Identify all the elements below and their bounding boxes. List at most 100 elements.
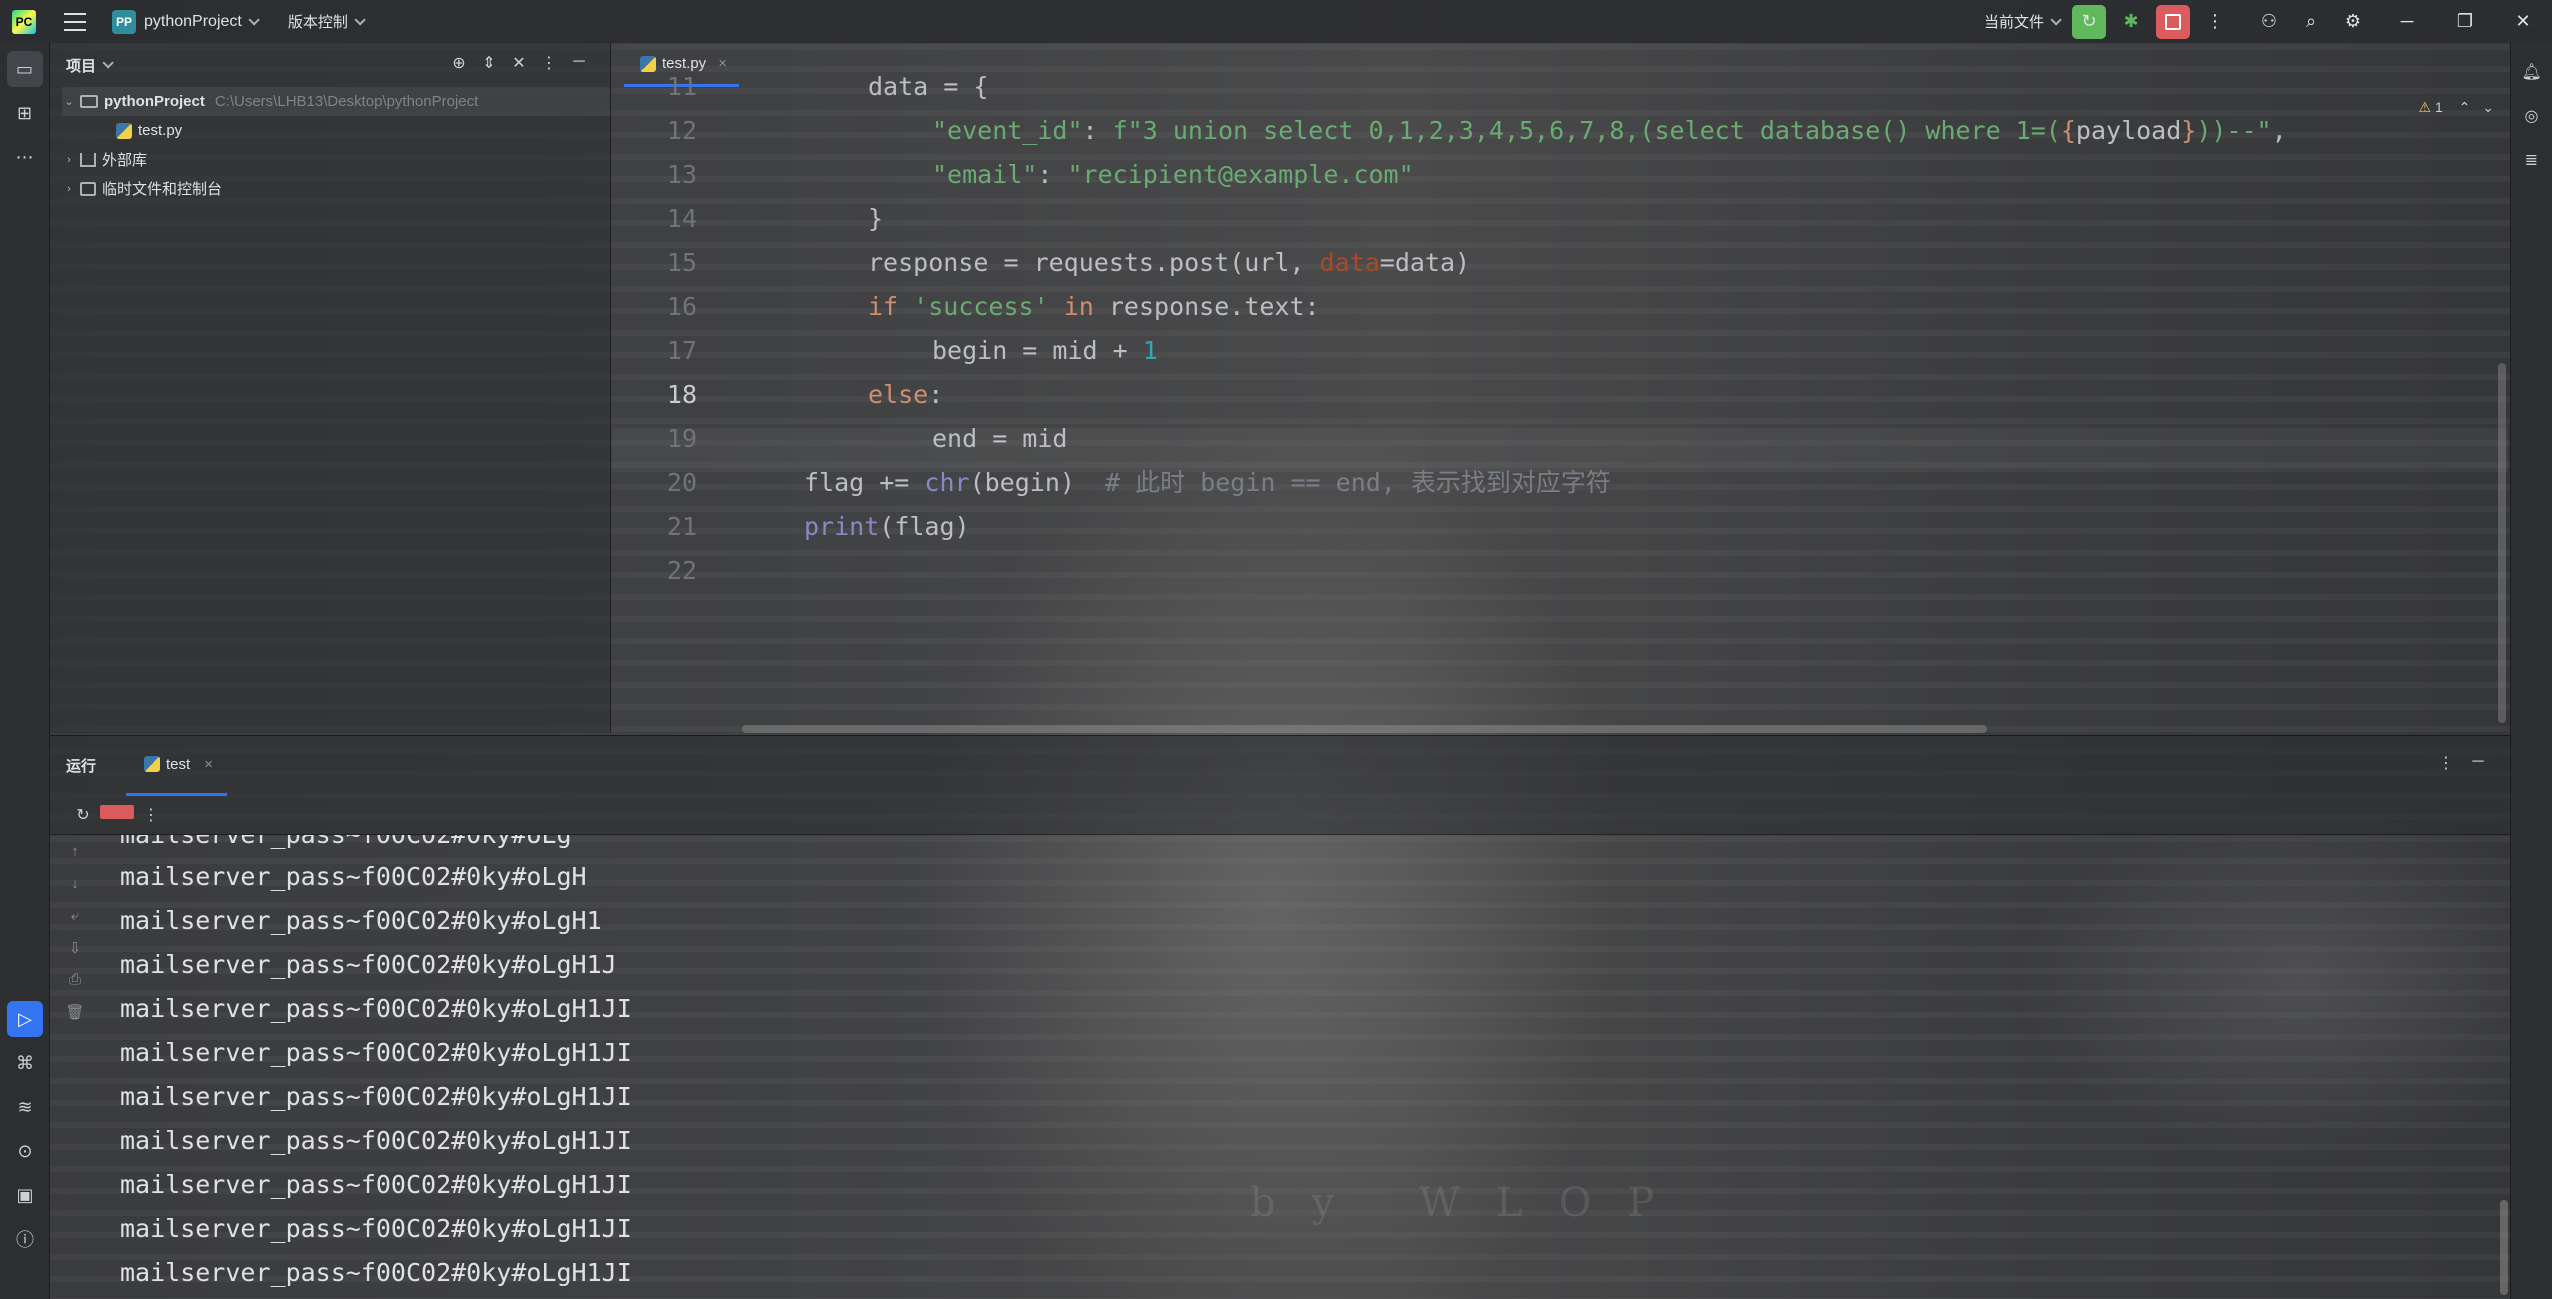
python-console-button[interactable]: ⌘ [7, 1045, 43, 1081]
vcs-label: 版本控制 [287, 14, 348, 31]
bell-icon: 🔔︎ [2521, 64, 2542, 81]
ai-assistant-button[interactable]: ◎ [2517, 101, 2547, 131]
print-icon[interactable]: ⎙ [50, 971, 100, 1003]
python-icon: ⌘ [16, 1052, 34, 1073]
spiral-icon: ◎ [2524, 108, 2539, 125]
run-config-selector[interactable]: 当前文件 [1984, 11, 2062, 32]
console-side-toolbar: ↑ ↓ ⤶ ⇩ ⎙ 🗑︎ [50, 835, 100, 1299]
run-tool-button[interactable]: ▷ [7, 1001, 43, 1037]
problems-button[interactable]: ⓘ [7, 1221, 43, 1257]
database-button[interactable]: ≣ [2517, 145, 2547, 175]
layers-icon: ≋ [17, 1096, 33, 1117]
chevron-down-icon[interactable]: ⌄ [62, 95, 76, 108]
line-number: 15 [666, 248, 697, 277]
inspection-widget[interactable]: ⚠ 1 ⌃ ⌄ [2419, 99, 2495, 116]
scroll-to-end-icon[interactable]: ⇩ [50, 939, 100, 971]
options-icon[interactable]: ⋮ [534, 53, 564, 73]
search-button[interactable]: ⌕ [2294, 5, 2328, 39]
project-panel-title[interactable]: 项目 [66, 55, 96, 76]
console-output[interactable]: mailserver_pass~f00C02#0ky#oLg mailserve… [120, 835, 2500, 1299]
line-number: 16 [666, 292, 697, 321]
vcs-menu[interactable]: 版本控制 [287, 11, 366, 32]
console-vertical-scrollbar[interactable] [2500, 1200, 2508, 1295]
collapse-all-icon[interactable]: ✕ [504, 53, 534, 73]
rerun-icon[interactable]: ↻ [66, 805, 100, 825]
chevron-down-icon[interactable]: ⌄ [2482, 99, 2494, 115]
tree-item-project-root[interactable]: ⌄ pythonProject C:\Users\LHB13\Desktop\p… [62, 87, 610, 116]
project-badge: PP [112, 9, 136, 34]
locate-file-icon[interactable]: ⊕ [444, 53, 474, 73]
code-line-13: "email": "recipient@example.com" [932, 160, 1414, 189]
project-selector[interactable]: PP pythonProject [112, 9, 260, 34]
add-user-button[interactable]: ⚇ [2252, 5, 2286, 39]
more-tools-button[interactable]: ⋯ [7, 139, 43, 175]
chevron-right-icon[interactable]: › [62, 154, 76, 166]
line-number: 13 [666, 160, 697, 189]
title-bar: PC PP pythonProject 版本控制 当前文件 ↻ ✱ ⋮ ⚇ ⌕ … [0, 0, 2552, 43]
hide-panel-icon[interactable]: ─ [2462, 753, 2494, 773]
arrow-up-icon[interactable]: ↑ [50, 843, 100, 875]
run-tab-label: test [166, 755, 191, 773]
close-icon[interactable]: × [718, 55, 727, 72]
hide-panel-icon[interactable]: ─ [564, 53, 594, 73]
editor-vertical-scrollbar[interactable] [2498, 363, 2506, 723]
stop-button[interactable] [100, 805, 134, 824]
code-line-16: if 'success' in response.text: [868, 292, 1320, 321]
python-packages-button[interactable]: ≋ [7, 1089, 43, 1125]
more-actions-button[interactable]: ⋮ [2198, 5, 2232, 39]
arrow-down-icon[interactable]: ↓ [50, 875, 100, 907]
structure-tool-button[interactable]: ⊞ [7, 95, 43, 131]
services-icon: ⊙ [17, 1140, 33, 1161]
project-panel: 项目 ⊕ ⇕ ✕ ⋮ ─ ⌄ pythonProject C:\Users\LH… [50, 43, 611, 733]
run-toolbar: ↻ ⋮ [50, 795, 2510, 835]
minimize-window-button[interactable]: ─ [2378, 0, 2436, 43]
run-tab-test[interactable]: test × [126, 736, 227, 796]
python-file-icon [116, 122, 132, 139]
tree-item-scratches[interactable]: › 临时文件和控制台 [62, 174, 610, 203]
rerun-button[interactable]: ↻ [2072, 4, 2106, 39]
project-name: pythonProject [144, 12, 242, 30]
notifications-button[interactable]: 🔔︎ [2517, 57, 2547, 87]
folder-icon: ▭ [15, 58, 33, 79]
run-panel-header: 运行 test × ⋮ ─ [50, 735, 2510, 796]
project-tool-button[interactable]: ▭ [6, 51, 43, 87]
line-number-gutter: 11 12 13 14 15 16 17 18 19 20 21 22 [612, 72, 737, 733]
more-vertical-icon[interactable]: ⋮ [2430, 753, 2462, 773]
console-line: mailserver_pass~f00C02#0ky#oLgH1JI [120, 994, 632, 1023]
services-button[interactable]: ⊙ [7, 1133, 43, 1169]
chevron-right-icon[interactable]: › [62, 183, 76, 195]
close-window-button[interactable]: ✕ [2494, 0, 2552, 43]
pycharm-logo-icon: PC [12, 9, 36, 34]
settings-button[interactable]: ⚙ [2336, 5, 2370, 39]
tree-item-external-libraries[interactable]: › 外部库 [62, 145, 610, 174]
database-icon: ≣ [2524, 152, 2539, 169]
stop-button[interactable] [2156, 4, 2190, 39]
code-line-15: response = requests.post(url, data=data) [868, 248, 1471, 277]
console-line: mailserver_pass~f00C02#0ky#oLgH [120, 862, 587, 891]
trash-icon[interactable]: 🗑︎ [50, 1003, 100, 1035]
close-icon[interactable]: × [204, 756, 213, 773]
soft-wrap-icon[interactable]: ⤶ [50, 907, 100, 939]
chevron-up-icon[interactable]: ⌃ [2459, 99, 2471, 115]
line-number: 11 [666, 72, 697, 101]
code-line-14: } [868, 204, 884, 233]
terminal-button[interactable]: ▣ [7, 1177, 43, 1213]
main-menu-icon[interactable] [64, 12, 86, 31]
editor-horizontal-scrollbar[interactable] [742, 725, 1987, 733]
warning-icon: ⚠ [2418, 99, 2432, 115]
tree-item-label: 临时文件和控制台 [102, 181, 223, 198]
chevron-down-icon [354, 13, 366, 26]
restore-window-button[interactable]: ❐ [2436, 0, 2494, 43]
chevron-down-icon [248, 13, 260, 26]
run-panel: 运行 test × ⋮ ─ ↻ ⋮ ↑ ↓ ⤶ ⇩ ⎙ 🗑︎ mailserve… [50, 735, 2510, 1299]
more-vertical-icon[interactable]: ⋮ [134, 805, 168, 825]
more-vertical-icon: ⋮ [2206, 11, 2224, 31]
stop-icon [2165, 13, 2181, 30]
tree-item-label: 外部库 [102, 152, 148, 169]
tree-item-test-py[interactable]: test.py [62, 116, 610, 145]
debug-button[interactable]: ✱ [2114, 5, 2148, 39]
expand-all-icon[interactable]: ⇕ [474, 53, 504, 73]
bug-icon: ✱ [2123, 11, 2139, 31]
code-line-11: data = { [868, 72, 989, 101]
chevron-down-icon[interactable] [102, 57, 114, 69]
